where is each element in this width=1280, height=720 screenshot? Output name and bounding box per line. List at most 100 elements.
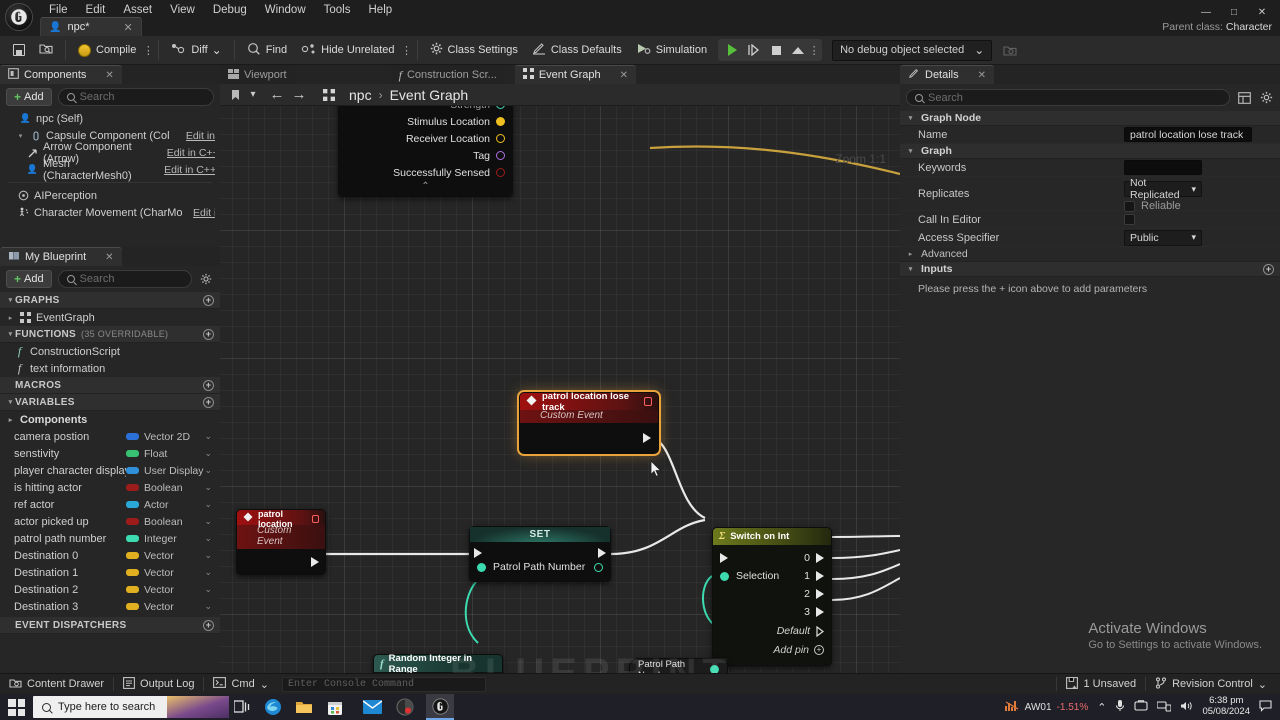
close-icon[interactable]: ✕ xyxy=(123,21,132,34)
node-delegate-pin[interactable] xyxy=(312,514,319,523)
variable-row[interactable]: player character display User Display ⌄ xyxy=(0,462,220,479)
close-icon[interactable]: ✕ xyxy=(105,252,113,263)
edit-in-cpp-link[interactable]: Edit in C++ xyxy=(167,147,215,159)
variable-row[interactable]: Destination 2 Vector ⌄ xyxy=(0,581,220,598)
node-delegate-pin[interactable] xyxy=(643,397,652,406)
tab-event-graph[interactable]: Event Graph ✕ xyxy=(514,65,636,84)
data-pin[interactable] xyxy=(496,151,505,160)
details-search-input[interactable]: Search xyxy=(906,89,1230,106)
add-event-dispatcher-button[interactable]: + xyxy=(203,619,214,631)
node-custom-event-patrol-location-lose-track[interactable]: patrol location lose track Custom Event xyxy=(519,391,659,454)
chevron-down-icon[interactable]: ⌄ xyxy=(204,601,212,612)
add-function-button[interactable]: + xyxy=(203,328,214,340)
twisty-icon[interactable]: ▸ xyxy=(906,250,915,258)
network-icon[interactable] xyxy=(1156,700,1173,715)
section-functions[interactable]: ▾ FUNCTIONS (35 OVERRIDABLE) + xyxy=(0,326,220,343)
data-pin-input[interactable] xyxy=(477,562,486,572)
tab-components[interactable]: Components ✕ xyxy=(0,65,122,84)
chevron-down-icon[interactable]: ⌄ xyxy=(204,465,212,476)
exec-output-pin[interactable] xyxy=(311,557,319,567)
play-button[interactable] xyxy=(721,40,743,60)
variable-row[interactable]: Destination 0 Vector ⌄ xyxy=(0,547,220,564)
section-macros[interactable]: ▾ MACROS + xyxy=(0,377,220,394)
compile-button[interactable]: Compile xyxy=(71,39,143,62)
section-variables[interactable]: ▾ VARIABLES + xyxy=(0,394,220,411)
menu-edit[interactable]: Edit xyxy=(77,2,115,18)
variable-row[interactable]: ref actor Actor ⌄ xyxy=(0,496,220,513)
cmd-button[interactable]: Cmd ⌄ xyxy=(204,675,277,694)
gear-icon[interactable] xyxy=(1258,90,1274,106)
variable-row[interactable]: is hitting actor Boolean ⌄ xyxy=(0,479,220,496)
document-tab-npc[interactable]: 👤 npc* ✕ xyxy=(40,17,142,36)
compile-options-button[interactable]: ⋮ xyxy=(143,44,154,57)
output-log-button[interactable]: Output Log xyxy=(114,675,203,694)
edit-in-cpp-link[interactable]: Edit in xyxy=(186,130,215,142)
save-button[interactable] xyxy=(6,39,32,62)
nav-forward-button[interactable]: → xyxy=(289,86,309,104)
variable-row[interactable]: Destination 1 Vector ⌄ xyxy=(0,564,220,581)
simulation-button[interactable]: Simulation xyxy=(629,39,714,62)
variable-row[interactable]: patrol path number Integer ⌄ xyxy=(0,530,220,547)
console-command-input[interactable]: Enter Console Command xyxy=(281,676,486,692)
edit-in-cpp-link[interactable]: Edit in C++ xyxy=(164,164,215,176)
play-options-button[interactable]: ⋮ xyxy=(809,44,820,57)
unreal-engine-taskbar-button[interactable] xyxy=(426,694,454,720)
chevron-down-icon[interactable]: ⌄ xyxy=(204,499,212,510)
list-item-components-group[interactable]: ▸ Components xyxy=(0,411,220,428)
data-pin-output[interactable] xyxy=(594,562,603,572)
pin-row[interactable]: Patrol Path Number xyxy=(470,559,610,575)
section-event-dispatchers[interactable]: ▾ EVENT DISPATCHERS + xyxy=(0,617,220,634)
pin-row[interactable]: Stimulus Location xyxy=(339,113,512,130)
find-button[interactable]: Find xyxy=(240,39,294,62)
pin-row[interactable]: Selection 1 xyxy=(713,567,831,585)
stop-button[interactable] xyxy=(765,40,787,60)
add-input-button[interactable]: + xyxy=(1263,263,1274,275)
tree-item-aiperception[interactable]: AIPerception xyxy=(0,187,220,204)
twisty-icon[interactable]: ▾ xyxy=(6,398,15,406)
chevron-down-icon[interactable]: ⌄ xyxy=(204,448,212,459)
twisty-icon[interactable]: ▾ xyxy=(16,132,25,140)
data-pin-selection[interactable] xyxy=(720,571,729,581)
tab-my-blueprint[interactable]: My Blueprint ✕ xyxy=(0,247,122,266)
eject-button[interactable] xyxy=(787,40,809,60)
hide-unrelated-options-button[interactable]: ⋮ xyxy=(401,44,412,57)
list-item-constructionscript[interactable]: f ConstructionScript xyxy=(0,343,220,360)
content-drawer-button[interactable]: Content Drawer xyxy=(0,675,113,694)
browse-button[interactable] xyxy=(32,39,60,62)
list-item-text-information[interactable]: f text information xyxy=(0,360,220,377)
unsaved-button[interactable]: 1 Unsaved xyxy=(1057,675,1145,694)
add-blueprint-item-button[interactable]: + Add xyxy=(6,270,52,288)
start-button[interactable] xyxy=(8,699,25,716)
menu-tools[interactable]: Tools xyxy=(315,2,360,18)
chevron-down-icon[interactable]: ⌄ xyxy=(204,567,212,578)
class-settings-button[interactable]: Class Settings xyxy=(423,39,525,62)
twisty-icon[interactable]: ▾ xyxy=(6,296,15,304)
menu-file[interactable]: File xyxy=(40,2,77,18)
menu-view[interactable]: View xyxy=(161,2,204,18)
revision-control-button[interactable]: Revision Control ⌄ xyxy=(1146,675,1276,694)
pin-row[interactable]: 3 xyxy=(713,603,831,621)
edge-browser-button[interactable] xyxy=(263,697,283,717)
store-button[interactable] xyxy=(325,697,345,717)
exec-output-pin-3[interactable] xyxy=(816,607,824,617)
data-pin[interactable] xyxy=(496,134,505,143)
gear-icon[interactable] xyxy=(198,271,214,287)
volume-icon[interactable] xyxy=(1180,700,1193,715)
recording-app-button[interactable] xyxy=(395,697,415,717)
twisty-icon[interactable]: ▸ xyxy=(6,416,15,424)
data-pin[interactable] xyxy=(496,106,505,109)
menu-debug[interactable]: Debug xyxy=(204,2,256,18)
tab-details[interactable]: Details ✕ xyxy=(900,65,995,84)
exec-input-pin[interactable] xyxy=(474,548,482,558)
exec-output-pin[interactable] xyxy=(643,433,651,443)
menu-window[interactable]: Window xyxy=(256,2,315,18)
node-switch-on-int[interactable]: Σ Switch on Int 0 Selection 1 2 3 Defaul… xyxy=(712,527,832,666)
file-explorer-button[interactable] xyxy=(294,697,314,717)
chevron-down-icon[interactable]: ▾ xyxy=(247,86,259,104)
exec-output-pin[interactable] xyxy=(598,548,606,558)
reliable-checkbox[interactable] xyxy=(1124,200,1135,212)
exec-output-pin-2[interactable] xyxy=(816,589,824,599)
components-search-input[interactable]: Search xyxy=(57,88,214,106)
chevron-down-icon[interactable]: ⌄ xyxy=(204,431,212,442)
my-blueprint-search-input[interactable]: Search xyxy=(57,270,192,288)
